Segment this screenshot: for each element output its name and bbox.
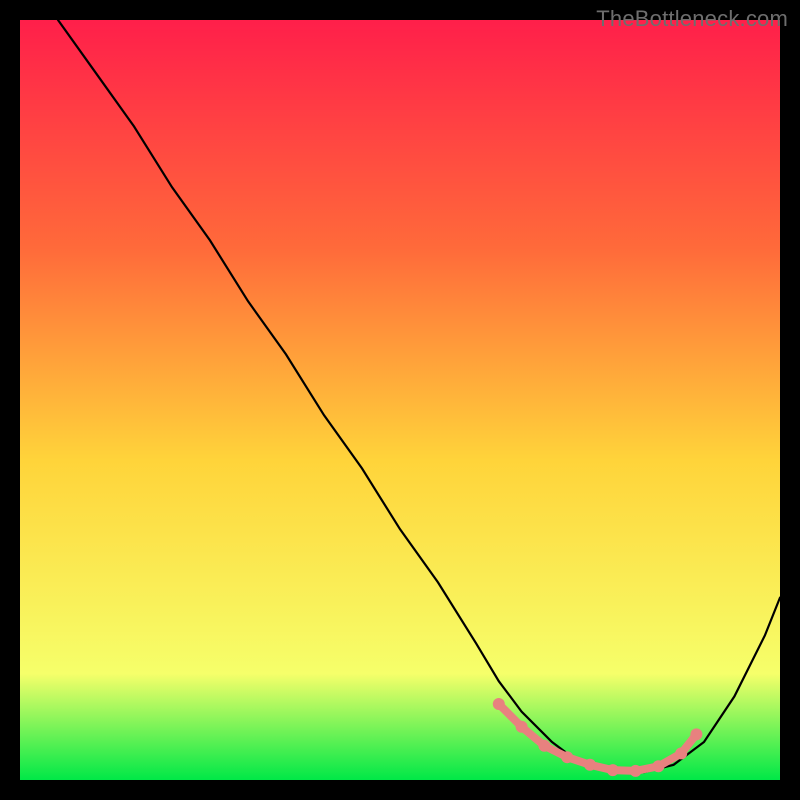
chart-stage: TheBottleneck.com <box>0 0 800 800</box>
watermark-text: TheBottleneck.com <box>596 6 788 32</box>
bottleneck-chart <box>20 20 780 780</box>
gradient-background <box>20 20 780 780</box>
